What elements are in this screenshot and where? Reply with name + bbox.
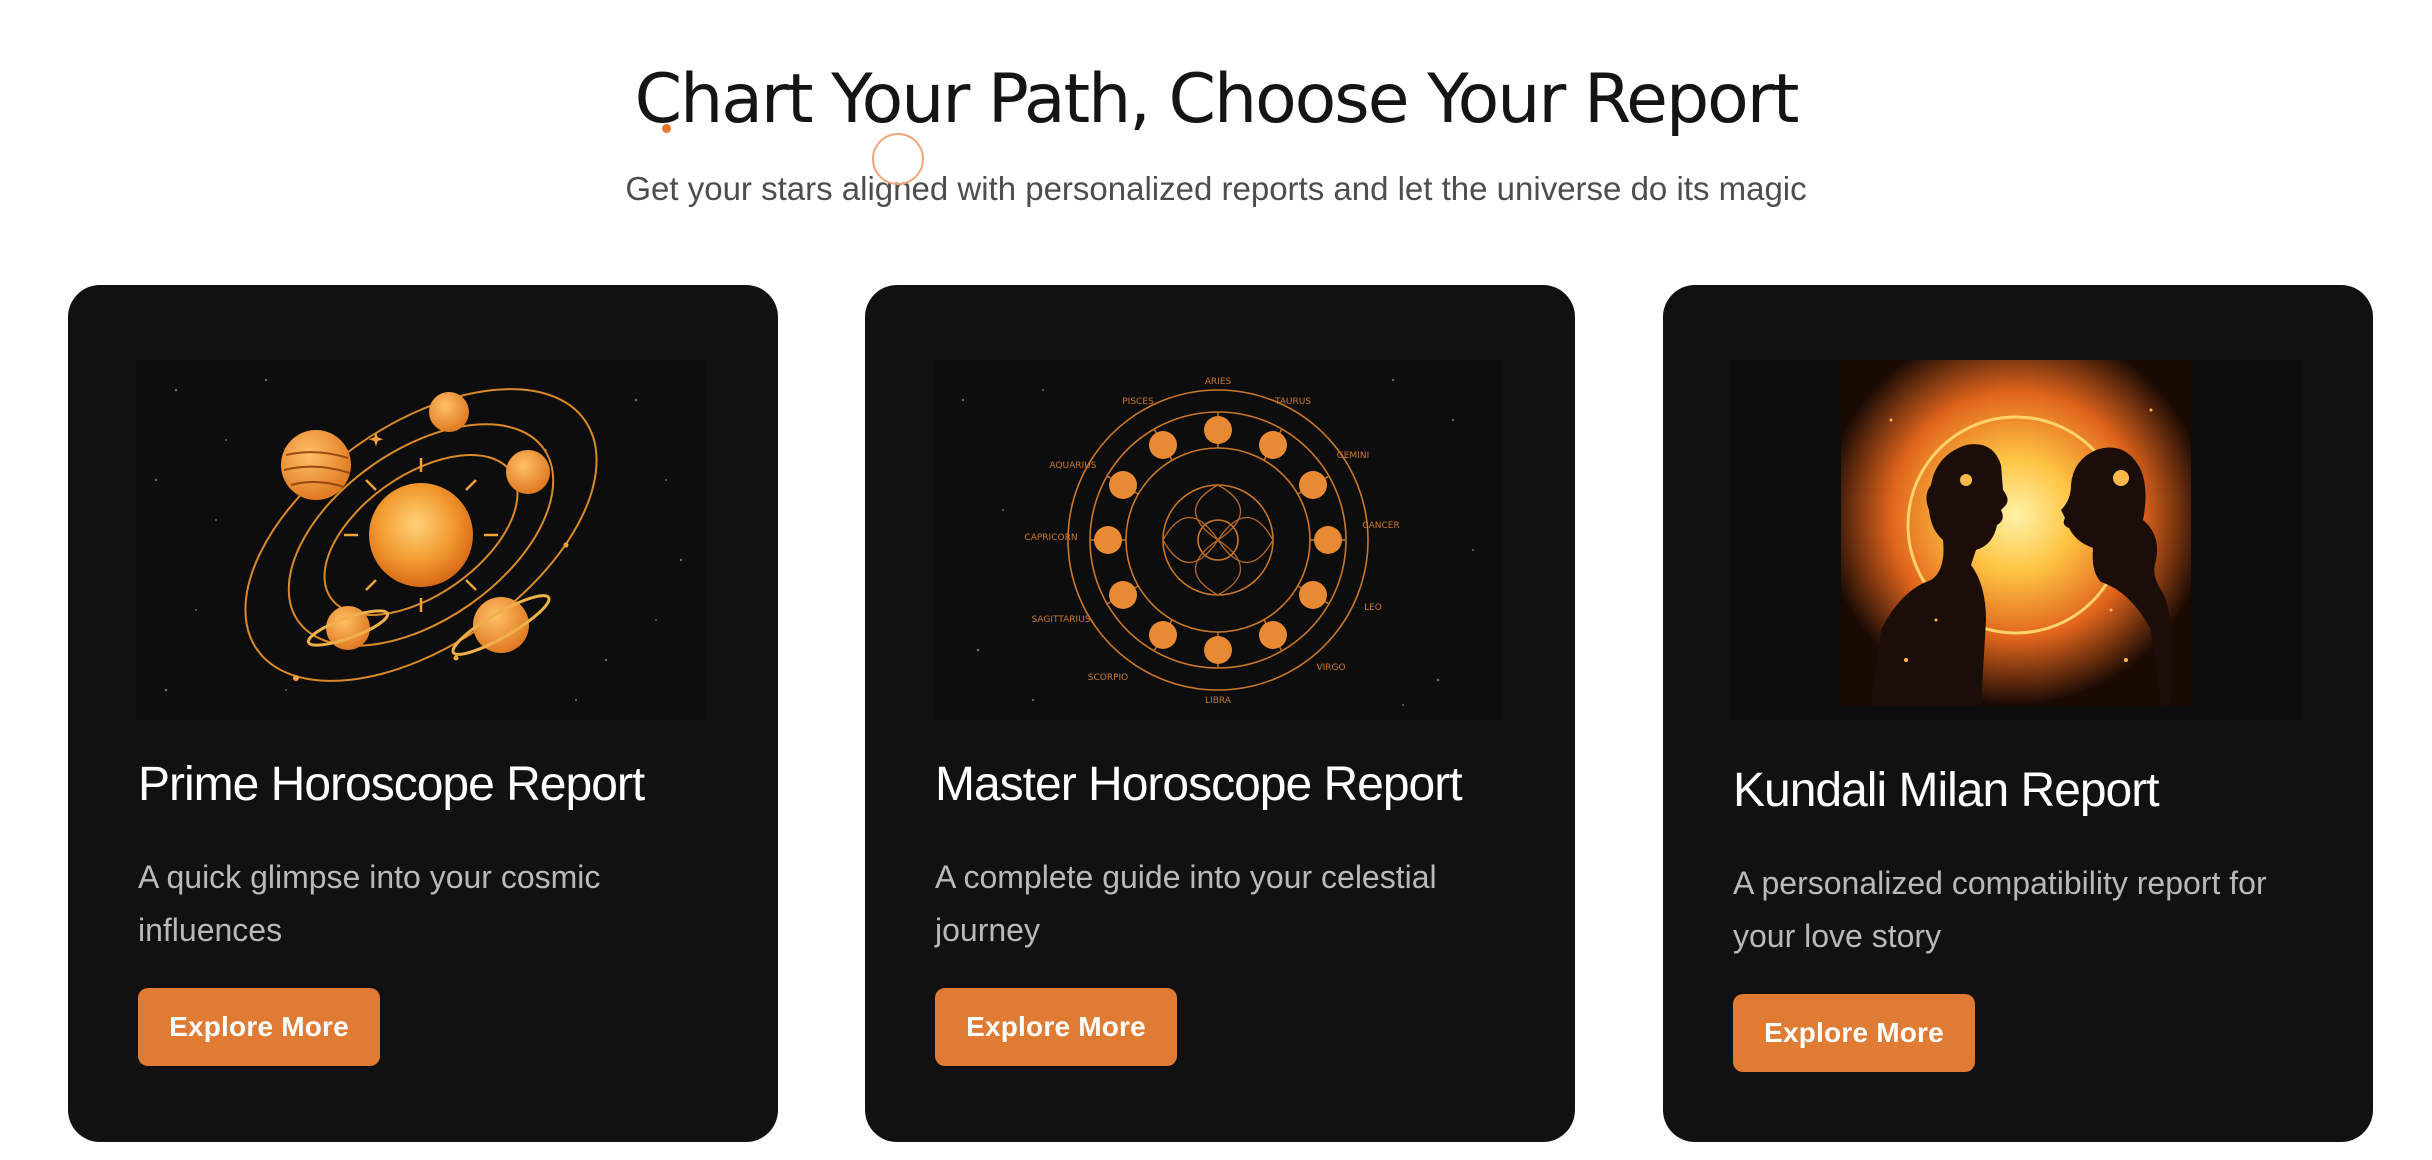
svg-text:VIRGO: VIRGO: [1316, 663, 1345, 673]
svg-text:SCORPIO: SCORPIO: [1088, 673, 1129, 683]
explore-more-button[interactable]: Explore More: [935, 988, 1177, 1066]
svg-text:TAURUS: TAURUS: [1274, 397, 1311, 407]
explore-more-button[interactable]: Explore More: [138, 988, 380, 1066]
svg-text:LEO: LEO: [1364, 603, 1382, 613]
couple-silhouette-illustration: [1731, 360, 2301, 720]
card-description: A quick glimpse into your cosmic influen…: [138, 859, 601, 948]
svg-text:CAPRICORN: CAPRICORN: [1024, 533, 1077, 543]
card-title: Prime Horoscope Report: [138, 758, 645, 811]
card-description: A personalized compatibility report for …: [1733, 865, 2267, 954]
page-subtitle: Get your stars aligned with personalized…: [625, 170, 1807, 207]
svg-text:PISCES: PISCES: [1122, 397, 1154, 407]
svg-text:ARIES: ARIES: [1205, 377, 1232, 387]
svg-text:CANCER: CANCER: [1362, 521, 1399, 531]
report-card-master: ARIES TAURUS GEMINI CANCER LEO VIRGO LIB…: [865, 285, 1575, 1142]
zodiac-wheel-illustration: ARIES TAURUS GEMINI CANCER LEO VIRGO LIB…: [933, 360, 1503, 720]
report-card-prime: Prime Horoscope Report A quick glimpse i…: [68, 285, 778, 1142]
solar-system-illustration: [136, 360, 706, 720]
svg-text:AQUARIUS: AQUARIUS: [1049, 461, 1096, 471]
svg-text:SAGITTARIUS: SAGITTARIUS: [1031, 615, 1090, 625]
svg-text:LIBRA: LIBRA: [1205, 696, 1232, 706]
svg-text:GEMINI: GEMINI: [1337, 451, 1369, 461]
explore-more-button[interactable]: Explore More: [1733, 994, 1975, 1072]
report-card-kundali: Kundali Milan Report A personalized comp…: [1663, 285, 2373, 1142]
page-title: Chart Your Path, Choose Your Report: [634, 60, 1800, 139]
card-description: A complete guide into your celestial jou…: [935, 859, 1437, 948]
cursor-dot: [662, 124, 671, 133]
card-title: Master Horoscope Report: [935, 758, 1463, 811]
cursor-ring: [872, 133, 924, 185]
card-title: Kundali Milan Report: [1733, 764, 2160, 817]
